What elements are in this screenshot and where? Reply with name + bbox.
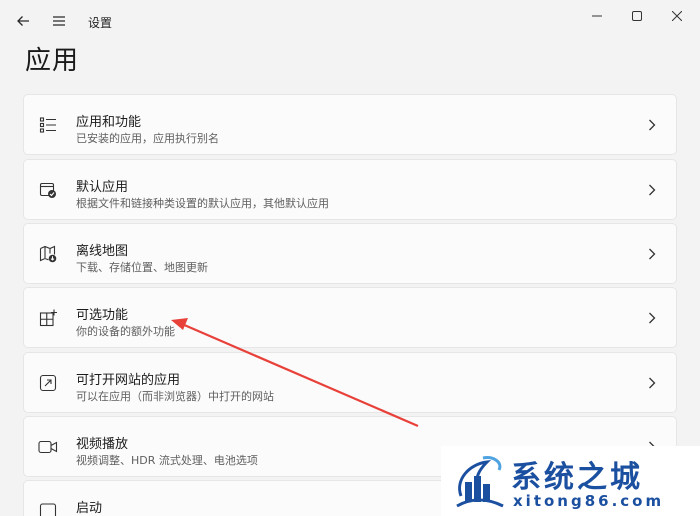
chevron-right-icon (646, 246, 658, 262)
item-title: 默认应用 (76, 180, 129, 195)
settings-item-apps-for-websites[interactable]: 可打开网站的应用 可以在应用（而非浏览器）中打开的网站 (23, 352, 677, 413)
default-apps-icon (38, 180, 58, 200)
item-title: 应用和功能 (76, 115, 142, 130)
chevron-right-icon (646, 310, 658, 326)
title-bar: 设置 (0, 0, 700, 42)
settings-item-optional-features[interactable]: 可选功能 你的设备的额外功能 (23, 287, 677, 348)
hamburger-menu-icon (53, 16, 65, 26)
item-title: 离线地图 (76, 244, 129, 259)
video-playback-icon (38, 437, 58, 457)
page-title: 应用 (25, 46, 80, 76)
maximize-icon (632, 11, 642, 21)
item-subtitle: 已安装的应用，应用执行别名 (76, 132, 219, 145)
item-subtitle: 你的设备的额外功能 (76, 325, 175, 338)
chevron-right-icon (646, 117, 658, 133)
close-icon (672, 11, 682, 21)
item-subtitle: 根据文件和链接种类设置的默认应用，其他默认应用 (76, 197, 329, 210)
settings-item-default-apps[interactable]: 默认应用 根据文件和链接种类设置的默认应用，其他默认应用 (23, 159, 677, 220)
minimize-icon (592, 15, 602, 17)
offline-map-icon (38, 244, 58, 264)
chevron-right-icon (646, 182, 658, 198)
item-subtitle: 下载、存储位置、地图更新 (76, 261, 208, 274)
apps-list-icon (38, 115, 58, 135)
item-title: 启动 (76, 501, 103, 516)
item-title: 视频播放 (76, 437, 129, 452)
item-title: 可选功能 (76, 308, 129, 323)
open-web-icon (38, 373, 58, 393)
watermark-logo: 系统之城 xitong86.com (441, 446, 700, 516)
close-button[interactable] (654, 0, 700, 32)
watermark-name: 系统之城 (511, 460, 643, 495)
watermark-url: xitong86.com (513, 492, 665, 510)
nav-menu-button[interactable] (44, 6, 74, 36)
item-subtitle: 可以在应用（而非浏览器）中打开的网站 (76, 390, 274, 403)
back-arrow-icon (17, 16, 29, 26)
city-logo-icon (456, 456, 504, 508)
settings-item-apps-features[interactable]: 应用和功能 已安装的应用，应用执行别名 (23, 94, 677, 155)
startup-icon (38, 501, 58, 516)
optional-features-icon (38, 308, 58, 328)
item-title: 可打开网站的应用 (76, 373, 181, 388)
chevron-right-icon (646, 375, 658, 391)
window-title: 设置 (88, 16, 113, 30)
settings-item-offline-maps[interactable]: 离线地图 下载、存储位置、地图更新 (23, 223, 677, 284)
back-button[interactable] (8, 6, 38, 36)
item-subtitle: 视频调整、HDR 流式处理、电池选项 (76, 454, 258, 467)
